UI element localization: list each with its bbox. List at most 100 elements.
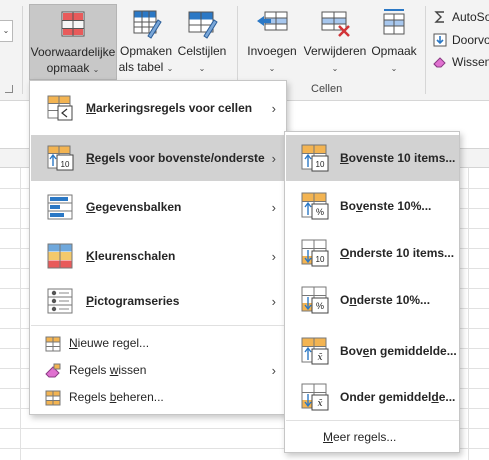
grid-line <box>468 168 469 460</box>
top-bottom-rules-icon: 10 <box>45 143 75 173</box>
ribbon-separator <box>425 6 426 94</box>
chevron-right-icon: › <box>271 100 276 116</box>
top-10-items-icon: 10 <box>299 142 331 174</box>
submenu-item-above-average[interactable]: x̄ Boven gemiddelde... <box>286 328 459 374</box>
new-rule-icon <box>45 336 61 352</box>
conditional-formatting-button[interactable]: Voorwaardelijke opmaak ⌄ <box>29 4 117 80</box>
conditional-formatting-label-1: Voorwaardelijke <box>30 45 116 59</box>
top-10-percent-icon: % <box>299 190 331 222</box>
submenu-item-label: Bovenste 10%... <box>340 199 432 213</box>
submenu-item-label: Bovenste 10 items... <box>340 151 456 165</box>
submenu-item-top-10-items[interactable]: 10 Bovenste 10 items... <box>286 135 459 181</box>
submenu-item-top-10-percent[interactable]: % Bovenste 10%... <box>286 183 459 229</box>
format-as-table-button[interactable]: Opmaken als tabel ⌄ <box>119 4 173 80</box>
format-as-table-icon <box>129 6 163 40</box>
format-cells-label: Opmaak <box>371 44 417 58</box>
menu-item-label: Regels beheren... <box>69 390 164 404</box>
delete-cells-button[interactable]: Verwijderen ⌄ <box>301 4 369 80</box>
fill-button[interactable]: Doorvo <box>433 30 489 50</box>
autosum-label: AutoSo <box>452 10 489 24</box>
font-size-dropdown[interactable]: ⌄ <box>0 20 13 42</box>
format-cells-button[interactable]: Opmaak ⌄ <box>369 4 419 80</box>
menu-separator <box>286 420 459 421</box>
menu-separator <box>31 325 286 326</box>
manage-rules-icon <box>45 390 61 406</box>
clear-label: Wissen <box>452 55 489 69</box>
icon-sets-icon <box>45 286 75 316</box>
menu-item-manage-rules[interactable]: Regels beheren... <box>31 384 286 410</box>
menu-item-label: Kleurenschalen <box>86 249 176 263</box>
svg-text:%: % <box>316 301 324 311</box>
menu-item-clear-rules[interactable]: Regels wissen › <box>31 357 286 383</box>
cell-styles-button[interactable]: Celstijlen ⌄ <box>175 4 229 80</box>
ribbon-separator <box>22 6 23 94</box>
menu-item-top-bottom-rules[interactable]: 10 Regels voor bovenste/onderste › <box>31 135 286 181</box>
delete-cells-icon <box>318 6 352 40</box>
chevron-down-icon: ⌄ <box>198 64 206 73</box>
chevron-right-icon: › <box>271 362 276 378</box>
autosum-button[interactable]: AutoSo <box>433 7 489 27</box>
menu-item-label: Markeringsregels voor cellen <box>86 101 253 115</box>
color-scales-icon <box>45 241 75 271</box>
insert-cells-icon <box>255 6 289 40</box>
submenu-item-label: Boven gemiddelde... <box>340 344 457 358</box>
chevron-down-icon: ⌄ <box>331 64 339 73</box>
submenu-item-below-average[interactable]: x̄ Onder gemiddelde... <box>286 374 459 420</box>
svg-text:x̄: x̄ <box>317 399 322 409</box>
data-bars-icon <box>45 192 75 222</box>
cell-styles-label: Celstijlen <box>177 44 227 58</box>
menu-item-label: Gegevensbalken <box>86 200 182 214</box>
top-bottom-rules-submenu: 10 Bovenste 10 items... % Bovenste 10%..… <box>284 131 460 453</box>
menu-item-label: Regels wissen <box>69 363 147 377</box>
below-average-icon: x̄ <box>299 381 331 413</box>
bottom-10-percent-icon: % <box>299 284 331 316</box>
more-rules-link[interactable]: Meer regels... <box>323 430 396 444</box>
conditional-formatting-label-2: opmaak <box>46 61 90 75</box>
insert-cells-button[interactable]: Invoegen ⌄ <box>244 4 300 80</box>
eraser-icon <box>45 363 61 379</box>
conditional-formatting-menu: Markeringsregels voor cellen › 10 Regels… <box>29 80 287 415</box>
highlight-cells-rules-icon <box>45 93 75 123</box>
submenu-item-label: Onderste 10%... <box>340 293 431 307</box>
grid-line <box>20 168 21 460</box>
menu-item-icon-sets[interactable]: Pictogramseries › <box>31 278 286 324</box>
menu-item-color-scales[interactable]: Kleurenschalen › <box>31 233 286 279</box>
clear-button[interactable]: Wissen <box>433 52 489 72</box>
format-as-table-label-1: Opmaken <box>119 44 173 58</box>
menu-item-data-bars[interactable]: Gegevensbalken › <box>31 184 286 230</box>
format-cells-icon <box>377 6 411 40</box>
chevron-right-icon: › <box>271 293 276 309</box>
group-label-cellen: Cellen <box>311 83 343 95</box>
chevron-right-icon: › <box>271 248 276 264</box>
menu-item-highlight-cells-rules[interactable]: Markeringsregels voor cellen › <box>31 85 286 131</box>
cell-styles-icon <box>185 6 219 40</box>
svg-text:10: 10 <box>316 160 325 169</box>
chevron-down-icon: ⌄ <box>268 64 276 73</box>
chevron-right-icon: › <box>271 150 276 166</box>
menu-item-label: Nieuwe regel... <box>69 336 150 350</box>
sigma-icon <box>433 10 447 24</box>
chevron-down-icon: ⌄ <box>92 65 100 74</box>
menu-item-new-rule[interactable]: Nieuwe regel... <box>31 330 286 356</box>
conditional-formatting-icon <box>56 7 90 41</box>
menu-item-label: Regels voor bovenste/onderste <box>86 151 265 165</box>
bottom-10-items-icon: 10 <box>299 237 331 269</box>
svg-text:10: 10 <box>61 160 70 169</box>
chevron-right-icon: › <box>271 199 276 215</box>
submenu-item-label: Onderste 10 items... <box>340 246 455 260</box>
submenu-item-bottom-10-items[interactable]: 10 Onderste 10 items... <box>286 230 459 276</box>
svg-text:10: 10 <box>316 255 325 264</box>
above-average-icon: x̄ <box>299 335 331 367</box>
submenu-item-bottom-10-percent[interactable]: % Onderste 10%... <box>286 277 459 323</box>
insert-cells-label: Invoegen <box>247 44 297 58</box>
submenu-item-label: Onder gemiddelde... <box>340 390 456 404</box>
fill-label: Doorvo <box>452 33 489 47</box>
menu-item-label: Pictogramseries <box>86 294 180 308</box>
dialog-launcher-icon[interactable] <box>5 85 13 93</box>
delete-cells-label: Verwijderen <box>303 44 367 58</box>
chevron-down-icon: ⌄ <box>166 64 174 73</box>
chevron-down-icon: ⌄ <box>390 64 398 73</box>
format-as-table-label-2: als tabel <box>118 60 164 74</box>
fill-down-icon <box>433 33 447 47</box>
eraser-icon <box>433 55 447 69</box>
